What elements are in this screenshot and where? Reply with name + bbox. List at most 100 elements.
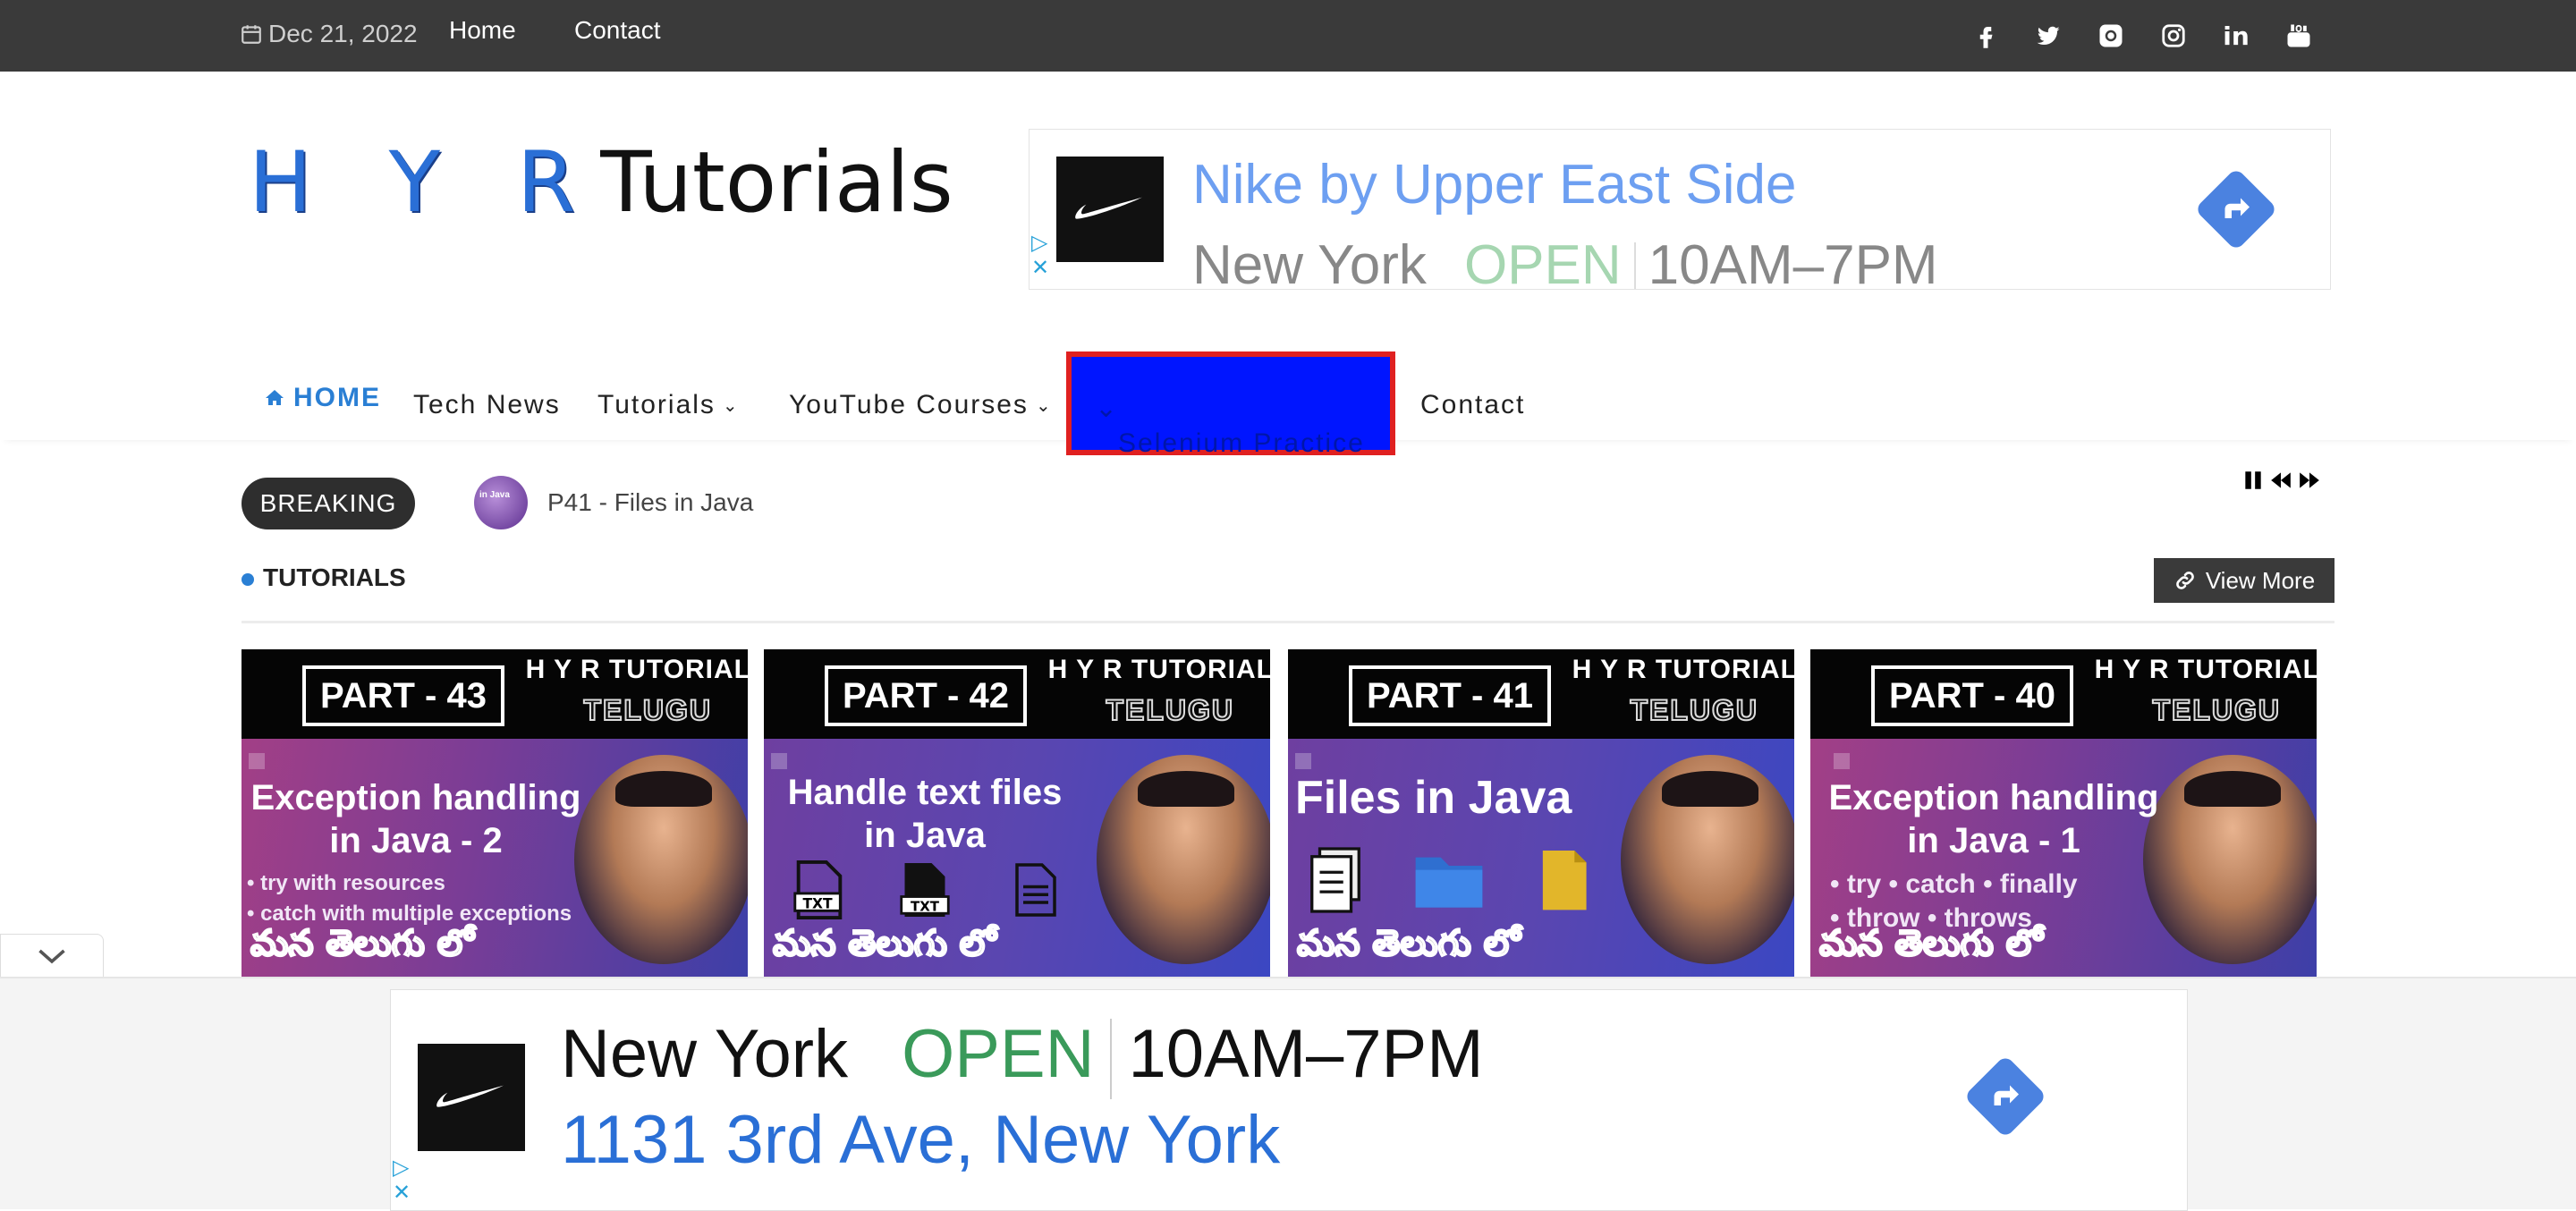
pause-icon[interactable] [2241,469,2265,492]
link-icon [2176,572,2194,589]
nav-home[interactable]: HOME [263,383,381,413]
presenter-photo [1621,755,1794,964]
ad-top-city: New York [1192,234,1427,290]
ad-close-icon[interactable]: ✕ [1031,255,1049,280]
nav-tech-news[interactable]: Tech News [413,390,561,420]
calendar-icon [242,25,261,44]
top-link-contact[interactable]: Contact [574,16,661,45]
nav-tutorials-label: Tutorials [597,390,716,419]
site-logo[interactable]: H Y R Tutorials [249,134,953,232]
presenter-photo [2143,755,2317,964]
top-link-home[interactable]: Home [449,16,516,45]
instagram-icon[interactable] [2156,20,2191,52]
ad-bottom-address: 1131 3rd Ave, New York [561,1102,1281,1178]
chevron-down-icon [38,949,65,964]
card-title-line2: in Java - 2 [329,821,503,860]
ad-top-separator [1633,241,1636,289]
nav-youtube-courses[interactable]: YouTube Courses ⌄ [789,390,1053,420]
tutorial-card[interactable]: PART - 41 H Y R TUTORIAL TELUGU Files in… [1288,649,1794,977]
home-icon [266,390,284,405]
document-icon [1015,863,1056,917]
card-part-label: PART - 42 [825,665,1027,726]
anchor-ad-bar: New York OPEN 10AM–7PM 1131 3rd Ave, New Y… [0,977,2576,1211]
ad-collapse-tab[interactable] [0,934,104,978]
card-footer-telugu: మన తెలుగు లో [772,922,997,965]
github-icon[interactable] [2093,20,2129,52]
directions-arrow-icon [2224,198,2250,218]
card-footer-telugu: మన తెలుగు లో [250,922,475,965]
tutorial-card[interactable]: PART - 42 H Y R TUTORIAL TELUGU Handle t… [764,649,1270,977]
nav-selenium-practice[interactable]: Selenium Practice ⌄ [1066,351,1395,458]
card-bullet: • try • catch • finally [1830,869,2078,899]
txt-file-label: TXT [911,898,940,914]
card-title-line2: in Java [864,816,986,855]
logo-tutorials: Tutorials [600,134,953,232]
nav-selenium-practice-label: Selenium Practice ⌄ [1095,394,1365,458]
decor-square [771,753,787,769]
fast-forward-icon[interactable] [2297,469,2322,492]
decor-square [249,753,265,769]
ad-banner-bottom[interactable]: New York OPEN 10AM–7PM 1131 3rd Ave, New Y… [390,989,2188,1211]
chevron-down-icon: ⌄ [1035,394,1053,416]
adchoices-icon[interactable]: ▷ [393,1155,409,1180]
card-title: Files in Java [1295,772,1572,824]
top-bar: Dec 21, 2022 Home Contact in [0,0,2576,72]
nav-selenium-practice-text: Selenium Practice [1118,428,1365,458]
directions-arrow-icon [1994,1085,2019,1105]
card-title-line1: Exception handling [1828,778,2159,817]
decor-square [1834,753,1850,769]
ad-top-status: OPEN [1463,234,1622,290]
ad-top-title: Nike by Upper East Side [1192,154,1797,216]
adchoices-icon[interactable]: ▷ [1031,230,1047,255]
linkedin-icon[interactable]: in [2218,20,2254,52]
twitter-icon[interactable] [2030,20,2066,52]
nike-logo-icon [1056,157,1164,262]
card-part-label: PART - 41 [1349,665,1551,726]
nav-tech-news-label: Tech News [413,390,561,419]
decor-square [1295,753,1311,769]
card-title: Handle text files in Java [773,771,1077,857]
section-title: TUTORIALS [263,563,406,591]
facebook-icon[interactable] [1968,20,2004,52]
card-title: Exception handling in Java - 2 [242,776,590,862]
card-title-line1: Handle text files [787,773,1063,812]
card-part-label: PART - 40 [1871,665,2073,726]
txt-file-icon-dark: TXT [900,863,950,917]
chevron-down-icon: ⌄ [722,394,740,416]
card-language-tag: TELUGU [1629,693,1758,727]
card-bullet: • try with resources [247,871,445,895]
tutorial-card[interactable]: PART - 43 H Y R TUTORIAL TELUGU Exceptio… [242,649,748,977]
breaking-thumbnail-text: in Java [479,490,510,500]
rewind-icon[interactable] [2268,469,2293,492]
view-more-button[interactable]: View More [2154,558,2334,603]
date-display: Dec 21, 2022 [240,20,418,48]
nav-contact-label: Contact [1420,390,1526,419]
card-language-tag: TELUGU [1105,693,1234,727]
card-brand: H Y R TUTORIAL [2094,655,2317,684]
ad-banner-top[interactable]: Nike by Upper East Side New York OPEN 10AM… [1029,129,2331,290]
file-icon [1542,851,1587,910]
folder-icon [1415,857,1483,908]
nav-home-label: HOME [293,383,381,412]
breaking-badge: BREAKING [242,478,415,529]
ad-close-icon[interactable]: ✕ [393,1180,411,1205]
ticker-controls [2241,469,2322,492]
card-language-tag: TELUGU [2151,693,2281,727]
nav-contact[interactable]: Contact [1420,390,1525,420]
presenter-photo [1097,755,1270,964]
txt-file-label: TXT [802,895,833,911]
breaking-headline[interactable]: P41 - Files in Java [547,488,753,517]
breaking-thumbnail[interactable]: in Java [474,476,528,529]
card-title-line2: in Java - 1 [1907,821,2080,860]
ad-bottom-separator [1110,1018,1113,1099]
ad-bottom-city: New York [561,1016,849,1092]
nike-logo-icon [418,1044,525,1151]
tutorial-card[interactable]: PART - 40 H Y R TUTORIAL TELUGU Exceptio… [1810,649,2317,977]
card-brand: H Y R TUTORIAL [525,655,748,684]
card-part-label: PART - 43 [302,665,504,726]
ad-top-details: New York OPEN 10AM–7PM [1192,233,1938,290]
section-divider [242,621,2334,623]
nav-tutorials[interactable]: Tutorials ⌄ [597,390,740,420]
youtube-icon[interactable] [2281,20,2317,52]
ad-bottom-details: New York OPEN 10AM–7PM [561,1015,1484,1099]
